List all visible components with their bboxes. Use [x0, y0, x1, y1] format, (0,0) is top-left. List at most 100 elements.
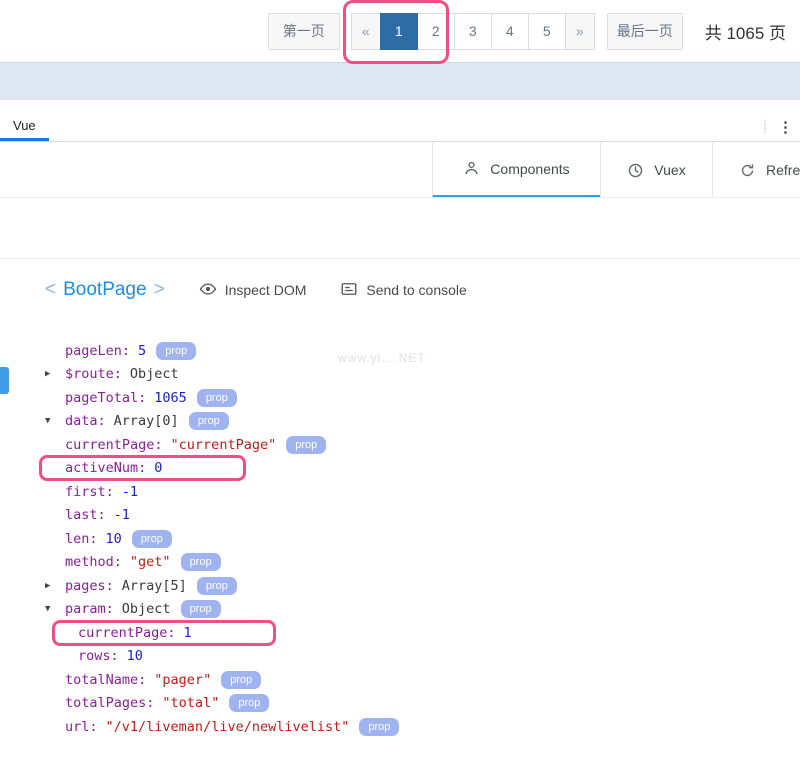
disclosure-triangle-icon[interactable]: ▼	[45, 604, 65, 614]
component-name: BootPage	[63, 279, 147, 300]
angle-close: >	[153, 279, 165, 300]
prop-value: 10	[105, 530, 122, 547]
pagination-bar: 第一页 «1 2 3 4 5» 最后一页 共 1065 页	[0, 0, 800, 64]
prop-key: $route	[65, 366, 122, 382]
prev-page-button[interactable]: «	[350, 12, 381, 50]
prop-content: ▼param Object prop	[45, 600, 221, 619]
prop-row: totalPages "total" prop	[45, 692, 800, 716]
table-footer-band	[0, 62, 800, 100]
prop-badge: prop	[286, 435, 327, 454]
prop-row: currentPage "currentPage" prop	[45, 433, 800, 457]
prop-key: last	[65, 507, 106, 523]
devtools-tab-components[interactable]: Components	[432, 142, 600, 197]
prop-row: ▼data Array[0] prop	[45, 410, 800, 434]
page-button-2[interactable]: 2	[416, 12, 455, 50]
first-page-button[interactable]: 第一页	[267, 12, 340, 50]
prop-key: pageTotal	[65, 390, 146, 406]
prop-content: ▶$route Object	[45, 366, 179, 382]
prop-row: last -1	[45, 504, 800, 528]
page-button-3[interactable]: 3	[453, 12, 492, 50]
prop-row: ▶pages Array[5] prop	[45, 574, 800, 598]
prop-value: Array[0]	[113, 413, 179, 430]
page-button-5[interactable]: 5	[527, 12, 566, 50]
prop-content: ▼data Array[0] prop	[45, 412, 229, 431]
prop-value: "get"	[129, 554, 171, 571]
drawer-handle[interactable]	[0, 367, 9, 394]
selected-component-title[interactable]: < BootPage >	[45, 279, 165, 301]
prop-row: len 10 prop	[45, 527, 800, 551]
prop-key: currentPage	[65, 437, 163, 453]
prop-key: len	[65, 531, 98, 547]
devtools-toolbar-tabs: Components Vuex Refresh	[432, 142, 800, 197]
component-inspector: < BootPage > Inspect DOM Send to console w…	[0, 258, 800, 759]
highlight-annotation: activeNum 0	[38, 455, 248, 482]
disclosure-triangle-icon[interactable]: ▼	[45, 416, 65, 426]
prop-content: totalPages "total" prop	[45, 694, 270, 713]
prop-content: url "/v1/liveman/live/newlivelist" prop	[45, 717, 400, 736]
props-tree: pageLen5prop▶$routeObjectpageTotal1065pr…	[0, 321, 800, 739]
prop-key: url	[65, 719, 98, 735]
overflow-menu-icon[interactable]: ⋮	[778, 118, 793, 136]
prop-badge: prop	[180, 553, 221, 572]
prop-key: currentPage	[78, 625, 176, 641]
tabbar-right: ┊ ⋮	[761, 112, 800, 141]
devtools-tab-vuex[interactable]: Vuex	[600, 142, 712, 197]
prop-badge: prop	[180, 600, 221, 619]
prop-badge: prop	[131, 529, 172, 548]
inspect-dom-button[interactable]: Inspect DOM	[199, 280, 307, 301]
prop-row: pageLen 5 prop	[45, 339, 800, 363]
page-button-4[interactable]: 4	[490, 12, 529, 50]
prop-key: method	[65, 554, 122, 570]
devtools-tab-refresh[interactable]: Refresh	[712, 142, 800, 197]
prop-row: method "get" prop	[45, 551, 800, 575]
prop-badge: prop	[359, 717, 400, 736]
total-pages-label: 共 1065 页	[704, 23, 786, 43]
prop-value: 1	[183, 624, 192, 641]
prop-content: last -1	[45, 507, 130, 523]
inspect-dom-label: Inspect DOM	[224, 282, 307, 298]
prop-value: 5	[138, 342, 147, 359]
inspector-header: < BootPage > Inspect DOM Send to console	[0, 259, 800, 321]
prop-row: url "/v1/liveman/live/newlivelist" prop	[45, 715, 800, 739]
send-to-console-button[interactable]: Send to console	[340, 280, 467, 301]
prop-content: rows 10	[58, 648, 143, 664]
prop-key: pages	[65, 578, 114, 594]
tab-vue[interactable]: Vue	[0, 112, 49, 141]
next-page-button[interactable]: »	[564, 12, 595, 50]
devtools-panel-tabbar: Vue ┊ ⋮	[0, 112, 800, 142]
prop-value: "/v1/liveman/live/newlivelist"	[105, 718, 350, 735]
disclosure-triangle-icon[interactable]: ▶	[45, 581, 65, 591]
prop-content: pageTotal 1065 prop	[45, 388, 237, 407]
prop-row: activeNum 0	[38, 455, 800, 482]
prop-key: pageLen	[65, 343, 130, 359]
prop-value: -1	[113, 507, 130, 524]
prop-badge: prop	[156, 341, 197, 360]
prop-key: totalPages	[65, 695, 154, 711]
prop-key: data	[65, 413, 106, 429]
divider-dots-icon: ┊	[761, 118, 769, 134]
prop-badge: prop	[229, 694, 270, 713]
prop-value: "total"	[162, 695, 220, 712]
devtools-tab-label: Components	[490, 160, 570, 177]
page-button-1[interactable]: 1	[379, 12, 418, 50]
prop-content: method "get" prop	[45, 553, 221, 572]
prop-row: first -1	[45, 480, 800, 504]
disclosure-triangle-icon[interactable]: ▶	[45, 369, 65, 379]
highlight-annotation: currentPage 1	[52, 619, 276, 646]
prop-badge: prop	[196, 576, 237, 595]
prop-content: pageLen 5 prop	[45, 341, 197, 360]
prop-row: ▶$route Object	[45, 363, 800, 387]
prop-content: currentPage "currentPage" prop	[45, 435, 327, 454]
prop-value: 1065	[154, 389, 187, 406]
angle-open: <	[45, 279, 57, 300]
prop-row: totalName "pager" prop	[45, 668, 800, 692]
page-number-group: «1 2 3 4 5»	[342, 0, 595, 64]
send-to-console-label: Send to console	[366, 282, 467, 298]
tab-vue-label: Vue	[13, 117, 36, 133]
prop-content: totalName "pager" prop	[45, 670, 262, 689]
last-page-button[interactable]: 最后一页	[606, 12, 683, 50]
prop-key: activeNum	[65, 460, 146, 476]
prop-value: Object	[129, 366, 179, 383]
screen: 第一页 «1 2 3 4 5» 最后一页 共 1065 页 Vue ┊ ⋮ Compon…	[0, 0, 800, 759]
devtools-tab-label: Refresh	[766, 162, 800, 178]
